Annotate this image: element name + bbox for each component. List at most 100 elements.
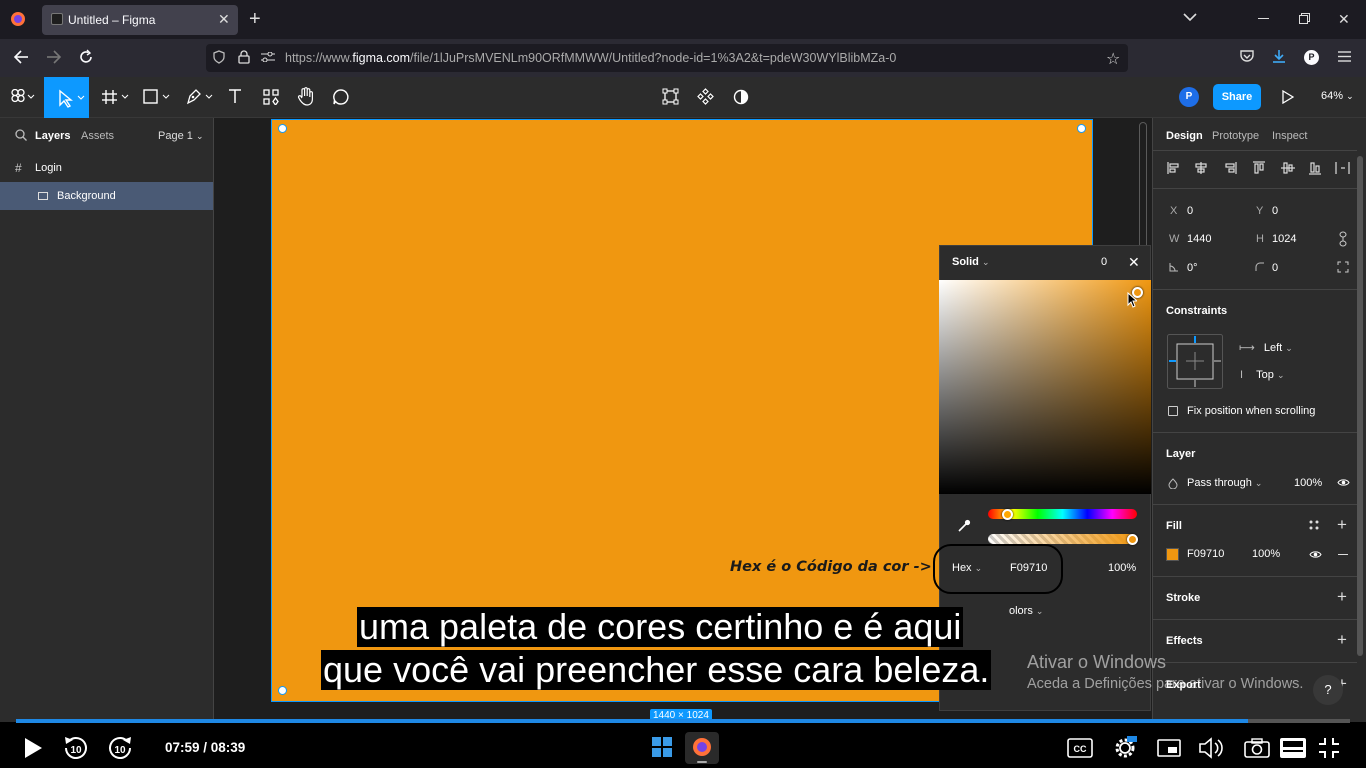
corner-radius-input[interactable]: 0	[1272, 262, 1278, 274]
alignment-toolbar[interactable]	[1166, 160, 1356, 176]
component-icon[interactable]	[697, 88, 714, 105]
tab-list-icon[interactable]	[1183, 12, 1197, 22]
y-input[interactable]: 0	[1272, 205, 1278, 217]
help-button[interactable]: ?	[1313, 675, 1343, 705]
resize-handle[interactable]	[278, 686, 287, 695]
saturation-value-box[interactable]	[939, 280, 1151, 494]
closed-captions-icon[interactable]: CC	[1067, 738, 1093, 758]
theater-mode-icon[interactable]	[1280, 738, 1306, 758]
miniplayer-icon[interactable]	[1157, 739, 1181, 757]
url-text[interactable]: https://www.figma.com/file/1lJuPrsMVENLm…	[285, 51, 896, 65]
chevron-down-icon: ⌄	[195, 131, 204, 141]
x-input[interactable]: 0	[1187, 205, 1193, 217]
eyedropper-icon[interactable]	[957, 519, 971, 533]
volume-icon[interactable]	[1199, 737, 1225, 759]
contrast-mask-icon[interactable]	[733, 89, 749, 105]
tab-inspect[interactable]: Inspect	[1272, 130, 1307, 142]
blend-mode-dropdown[interactable]: Pass through ⌄	[1187, 477, 1262, 489]
tab-assets[interactable]: Assets	[81, 130, 114, 142]
resize-handle[interactable]	[1077, 124, 1086, 133]
hue-knob[interactable]	[1002, 509, 1013, 520]
svg-text:10: 10	[70, 745, 82, 756]
horizontal-constraint-dropdown[interactable]: ⟼ Left ⌄	[1239, 341, 1293, 354]
present-play-icon[interactable]	[1282, 90, 1294, 104]
hamburger-menu-icon[interactable]	[1338, 51, 1351, 62]
tab-close-icon[interactable]: ✕	[218, 11, 230, 28]
forward-10-icon[interactable]: 10	[106, 735, 134, 761]
panel-scrollbar[interactable]	[1357, 156, 1363, 656]
firefox-taskbar-icon[interactable]	[685, 732, 719, 764]
zoom-dropdown[interactable]: 64% ⌄	[1321, 90, 1354, 102]
fill-type-dropdown[interactable]: Solid ⌄	[952, 256, 990, 268]
profile-avatar[interactable]: P	[1304, 50, 1319, 65]
tracking-shield-icon[interactable]	[213, 50, 225, 64]
layer-row-background[interactable]: Background	[0, 182, 213, 210]
fill-styles-icon[interactable]	[1309, 520, 1319, 530]
downloads-icon[interactable]	[1272, 49, 1286, 64]
h-input[interactable]: 1024	[1272, 233, 1296, 245]
layer-opacity-input[interactable]: 100%	[1294, 477, 1322, 489]
user-avatar[interactable]: P	[1179, 87, 1199, 107]
vertical-constraint-dropdown[interactable]: I Top ⌄	[1240, 369, 1284, 381]
fix-position-checkbox[interactable]	[1168, 406, 1178, 416]
resources-tool-icon[interactable]	[263, 89, 279, 105]
add-stroke-icon[interactable]: +	[1337, 587, 1347, 607]
firefox-menu-icon[interactable]	[10, 11, 26, 27]
restore-icon[interactable]	[1299, 13, 1310, 24]
settings-gear-icon[interactable]	[1113, 736, 1137, 760]
opacity-input[interactable]: 100%	[1108, 562, 1136, 574]
hand-tool-icon[interactable]	[297, 87, 315, 106]
eye-icon[interactable]	[1309, 550, 1322, 559]
bookmark-star-icon[interactable]: ☆	[1106, 49, 1120, 69]
share-button[interactable]: Share	[1213, 84, 1261, 110]
corner-radius-icon	[1255, 262, 1265, 272]
move-tool-button[interactable]	[44, 77, 89, 118]
minimize-icon[interactable]	[1258, 18, 1269, 19]
layer-row-login[interactable]: # Login	[0, 156, 213, 180]
rewind-10-icon[interactable]: 10	[62, 735, 90, 761]
document-colors-dropdown[interactable]: olors ⌄	[1009, 605, 1043, 617]
fix-position-label: Fix position when scrolling	[1187, 405, 1316, 417]
pocket-icon[interactable]	[1240, 50, 1254, 63]
figma-main-menu-icon[interactable]	[10, 89, 36, 105]
tab-design[interactable]: Design	[1166, 130, 1203, 142]
constrain-proportions-icon[interactable]	[1338, 231, 1348, 247]
fill-hex-input[interactable]: F09710	[1187, 548, 1224, 560]
fill-opacity-input[interactable]: 100%	[1252, 548, 1280, 560]
add-fill-icon[interactable]: +	[1337, 515, 1347, 535]
forward-icon[interactable]	[46, 50, 62, 64]
tab-prototype[interactable]: Prototype	[1212, 130, 1259, 142]
fill-swatch[interactable]	[1166, 548, 1179, 561]
frame-tool-icon[interactable]	[102, 89, 130, 105]
constraints-widget[interactable]	[1167, 334, 1223, 389]
windows-start-icon[interactable]	[652, 737, 672, 757]
page-selector[interactable]: Page 1 ⌄	[158, 130, 203, 142]
text-tool-icon[interactable]	[228, 88, 242, 104]
tab-layers[interactable]: Layers	[35, 130, 70, 142]
w-input[interactable]: 1440	[1187, 233, 1211, 245]
new-tab-icon[interactable]: +	[249, 8, 261, 31]
lock-icon[interactable]	[238, 50, 250, 64]
back-icon[interactable]	[13, 50, 29, 64]
comment-tool-icon[interactable]	[332, 88, 350, 106]
independent-corners-icon[interactable]	[1337, 261, 1349, 273]
exit-fullscreen-icon[interactable]	[1318, 737, 1340, 759]
fill-type-label: Solid	[952, 256, 979, 268]
pen-tool-icon[interactable]	[185, 88, 215, 106]
remove-fill-icon[interactable]	[1338, 554, 1348, 555]
window-close-icon[interactable]: ✕	[1338, 11, 1350, 28]
screenshot-camera-icon[interactable]	[1244, 738, 1270, 758]
permissions-icon[interactable]	[261, 52, 275, 62]
shape-tool-icon[interactable]	[143, 89, 171, 105]
opacity-slider[interactable]	[988, 534, 1137, 544]
resize-handle[interactable]	[278, 124, 287, 133]
opacity-knob[interactable]	[1127, 534, 1138, 545]
crop-frame-icon[interactable]	[662, 88, 679, 105]
rotation-input[interactable]: 0°	[1187, 262, 1198, 274]
search-icon[interactable]	[15, 129, 27, 141]
close-icon[interactable]: ✕	[1128, 254, 1140, 271]
add-effect-icon[interactable]: +	[1337, 630, 1347, 650]
play-icon[interactable]	[23, 737, 43, 759]
eye-icon[interactable]	[1337, 478, 1350, 487]
reload-icon[interactable]	[78, 49, 94, 65]
